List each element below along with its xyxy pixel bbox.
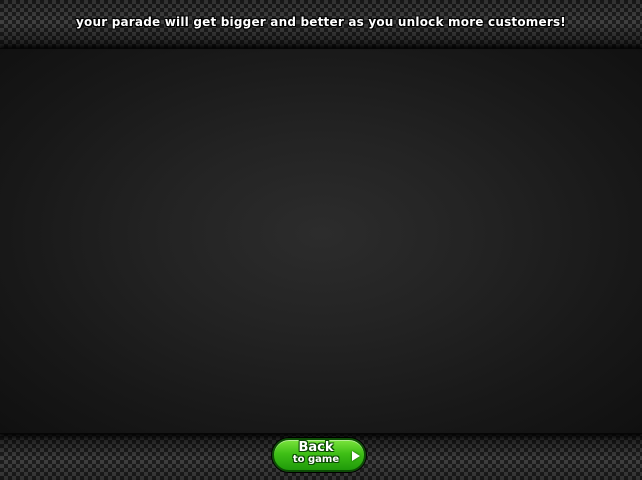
- back-to-game-button[interactable]: Back to Game: [272, 438, 366, 472]
- parade-info-message: your parade will get bigger and better a…: [76, 15, 566, 29]
- parade-screen: your parade will get bigger and better a…: [0, 0, 642, 480]
- back-label-line1: Back: [298, 440, 334, 455]
- back-to-game-label: Back to Game: [284, 440, 348, 466]
- parade-stage-area: [0, 48, 642, 434]
- play-arrow-icon: [352, 451, 360, 461]
- back-label-line2: to Game: [292, 454, 340, 465]
